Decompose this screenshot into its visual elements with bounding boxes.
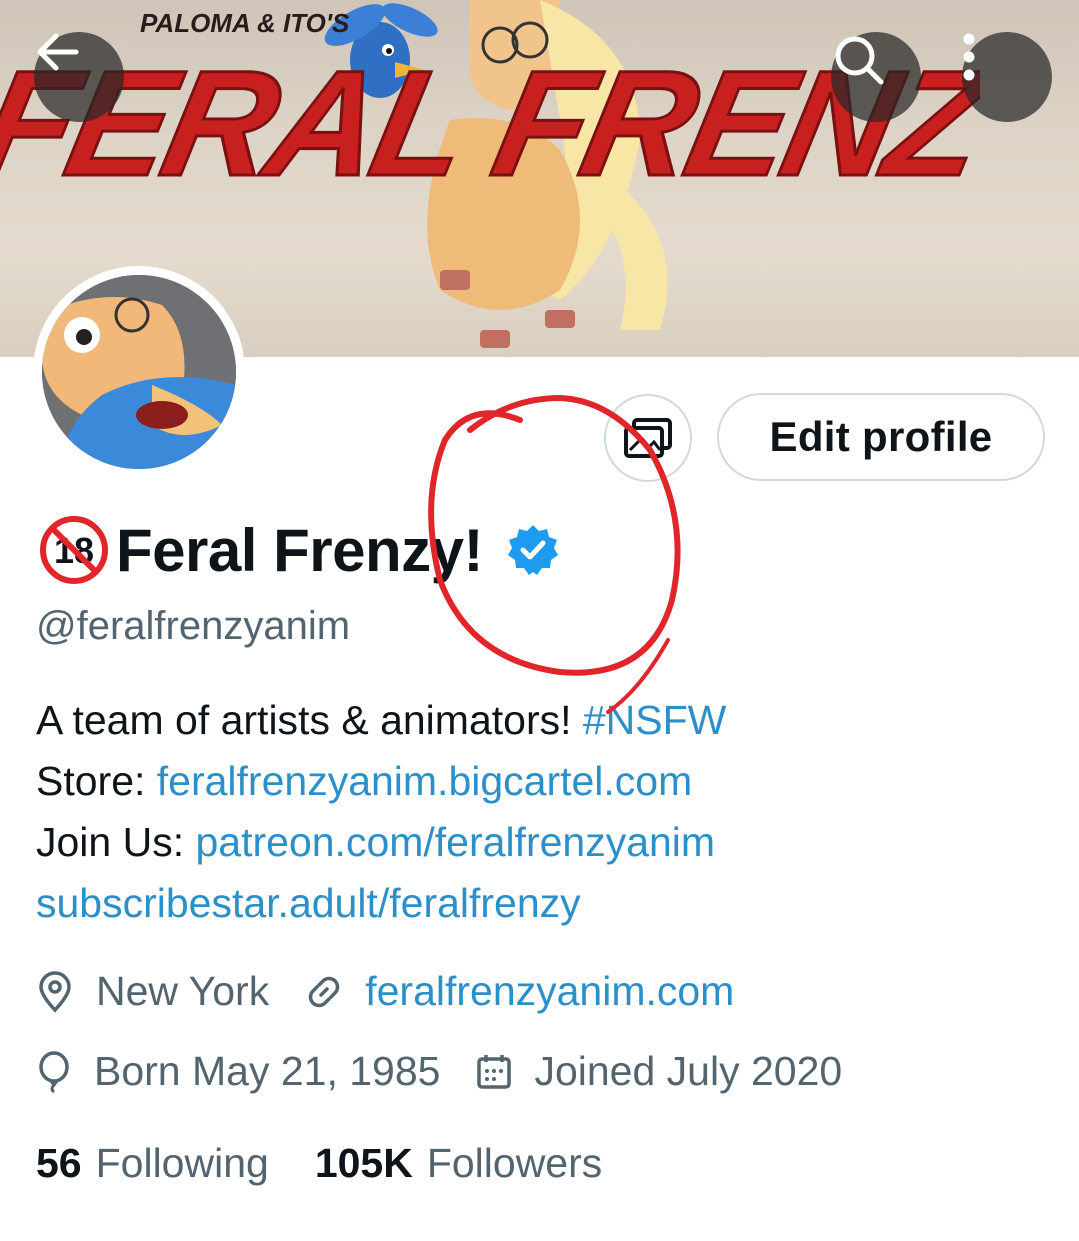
- website[interactable]: feralfrenzyanim.com: [305, 968, 734, 1015]
- user-handle: @feralfrenzyanim: [36, 604, 351, 648]
- gallery-icon: [624, 418, 672, 458]
- banner-subtitle: PALOMA & ITO'S: [140, 8, 350, 38]
- more-button[interactable]: [962, 32, 1052, 122]
- bio: A team of artists & animators! #NSFW Sto…: [36, 690, 726, 934]
- followers-count: 105K: [314, 1140, 413, 1186]
- bio-line-4: subscribestar.adult/feralfrenzy: [36, 873, 726, 934]
- link-icon: [309, 976, 340, 1007]
- calendar-icon: [477, 1054, 512, 1089]
- following-stat[interactable]: 56 Following: [36, 1140, 269, 1187]
- arrow-left-icon: [37, 33, 79, 71]
- search-icon: [835, 36, 884, 85]
- hashtag-link[interactable]: #NSFW: [583, 697, 727, 743]
- birthday-text: Born May 21, 1985: [94, 1048, 441, 1094]
- birthday: Born May 21, 1985: [36, 1048, 440, 1095]
- location: New York: [36, 968, 269, 1015]
- bio-line-3: Join Us: patreon.com/feralfrenzyanim: [36, 812, 726, 873]
- avatar-image: [42, 275, 236, 469]
- more-vertical-icon: [963, 33, 975, 81]
- bio-join-label: Join Us:: [36, 819, 196, 865]
- name-row: 18 Feral Frenzy!: [36, 515, 561, 585]
- bio-line-1: A team of artists & animators! #NSFW: [36, 690, 726, 751]
- location-pin-icon: [39, 970, 71, 1013]
- joined-text: Joined July 2020: [534, 1048, 843, 1094]
- profile-meta-row-2: Born May 21, 1985 Joined July 2020: [36, 1048, 878, 1095]
- bio-store-label: Store:: [36, 758, 157, 804]
- store-link[interactable]: feralfrenzyanim.bigcartel.com: [157, 758, 692, 804]
- verified-badge-icon[interactable]: [505, 522, 561, 578]
- bio-text: A team of artists & animators!: [36, 697, 583, 743]
- follow-stats: 56 Following 105K Followers: [36, 1140, 648, 1187]
- subscribestar-link[interactable]: subscribestar.adult/feralfrenzy: [36, 880, 581, 926]
- back-button[interactable]: [34, 32, 124, 122]
- following-label: Following: [95, 1140, 269, 1186]
- media-gallery-button[interactable]: [604, 394, 692, 482]
- location-text: New York: [96, 968, 270, 1014]
- display-name: Feral Frenzy!: [116, 516, 483, 584]
- edit-profile-button[interactable]: Edit profile: [717, 393, 1045, 481]
- followers-stat[interactable]: 105K Followers: [315, 1140, 602, 1187]
- search-button[interactable]: [831, 32, 921, 122]
- website-link[interactable]: feralfrenzyanim.com: [365, 968, 734, 1015]
- bio-line-2: Store: feralfrenzyanim.bigcartel.com: [36, 751, 726, 812]
- following-count: 56: [36, 1140, 82, 1186]
- balloon-icon: [39, 1050, 69, 1093]
- patreon-link[interactable]: patreon.com/feralfrenzyanim: [196, 819, 716, 865]
- followers-label: Followers: [426, 1140, 603, 1186]
- no-under-18-icon: 18: [36, 515, 114, 585]
- join-date: Joined July 2020: [476, 1048, 842, 1095]
- avatar[interactable]: [33, 266, 245, 478]
- profile-meta-row-1: New York feralfrenzyanim.com: [36, 968, 770, 1015]
